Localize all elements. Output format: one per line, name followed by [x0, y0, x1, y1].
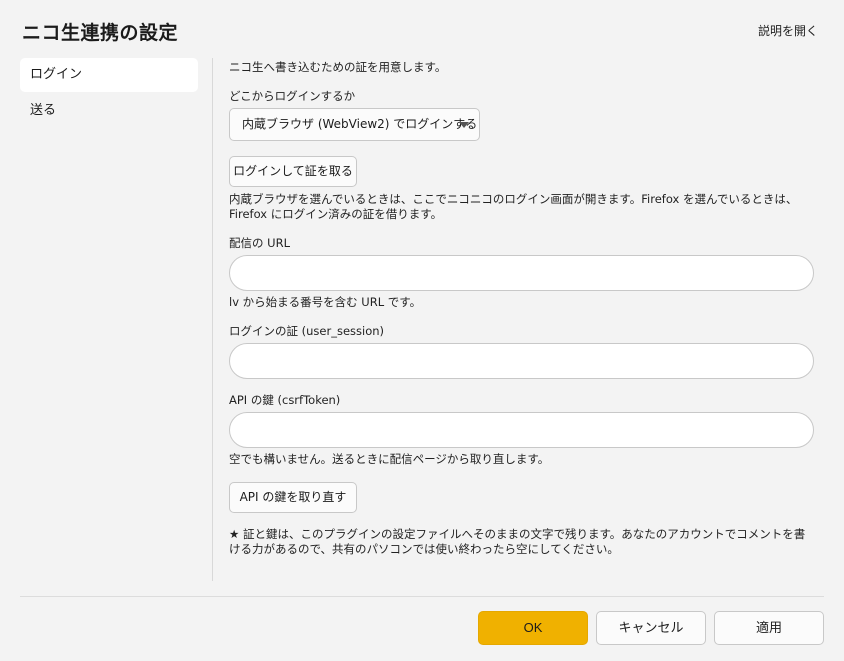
token-input[interactable]: [229, 412, 814, 448]
sidebar: ログイン 送る: [20, 58, 198, 130]
token-label: API の鍵 (csrfToken): [229, 393, 341, 407]
url-label: 配信の URL: [229, 236, 290, 250]
url-hint: lv から始まる番号を含む URL です。: [229, 295, 422, 309]
browser-note: 内蔵ブラウザを選んでいるときは、ここでニコニコのログイン画面が開きます。Fire…: [229, 192, 798, 221]
dialog-title: ニコ生連携の設定: [22, 22, 179, 44]
session-label: ログインの証 (user_session): [229, 324, 385, 338]
security-warning: ★ 証と鍵は、このプラグインの設定ファイルへそのままの文字で残ります。あなたのア…: [229, 527, 806, 556]
apply-button[interactable]: 適用: [714, 611, 824, 645]
sidebar-item-send[interactable]: 送る: [20, 94, 198, 128]
cancel-button[interactable]: キャンセル: [596, 611, 706, 645]
login-source-label: どこからログインするか: [229, 89, 356, 103]
intro-text: ニコ生へ書き込むための証を用意します。: [229, 60, 447, 74]
login-source-select[interactable]: 内蔵ブラウザ (WebView2) でログインする: [229, 108, 480, 141]
ok-button[interactable]: OK: [478, 611, 588, 645]
refetch-token-button[interactable]: API の鍵を取り直す: [229, 482, 357, 513]
help-link[interactable]: 説明を開く: [758, 22, 818, 39]
session-input[interactable]: [229, 343, 814, 379]
url-input[interactable]: [229, 255, 814, 291]
login-source-value: 内蔵ブラウザ (WebView2) でログインする: [242, 117, 478, 131]
get-cert-button[interactable]: ログインして証を取る: [229, 156, 357, 187]
sidebar-item-login[interactable]: ログイン: [20, 58, 198, 92]
chevron-down-icon: [459, 122, 469, 128]
footer-divider: [20, 596, 824, 597]
vertical-divider: [212, 58, 213, 581]
token-hint: 空でも構いません。送るときに配信ページから取り直します。: [229, 452, 550, 466]
